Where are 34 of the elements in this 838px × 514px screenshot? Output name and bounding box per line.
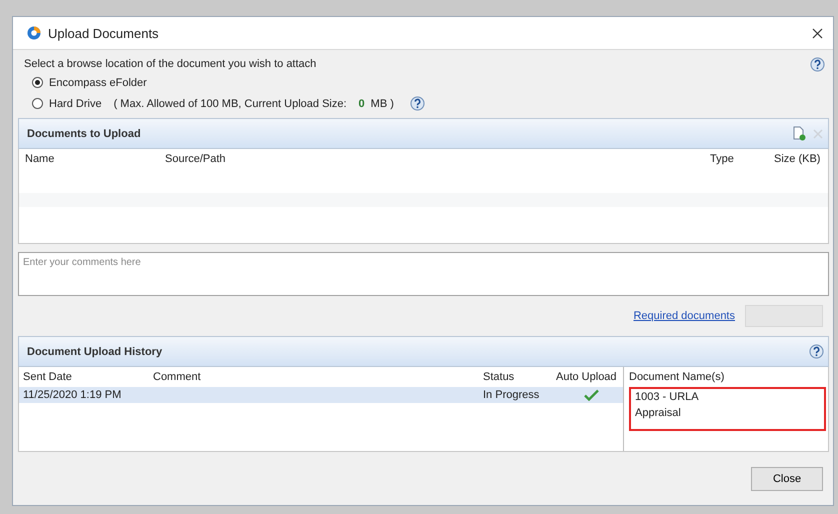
column-header[interactable]: Size (KB)	[774, 153, 822, 165]
radio-label[interactable]: Encompass eFolder	[49, 76, 147, 88]
table-cell-text: 11/25/2020 1:19 PM	[23, 389, 122, 401]
close-icon[interactable]	[812, 28, 823, 38]
size-unit-text: MB )	[370, 98, 394, 110]
column-header[interactable]: Auto Upload	[556, 371, 627, 383]
instruction-text: Select a browse location of the document you wish to attach	[24, 58, 316, 70]
radio-label[interactable]: Hard Drive	[49, 98, 102, 110]
comment-field[interactable]: Enter your comments here	[18, 252, 829, 296]
upload-size-value: 0	[358, 98, 365, 110]
section-title: Document Upload History	[27, 346, 162, 358]
help-icon[interactable]	[810, 56, 825, 72]
table-row[interactable]: 11/25/2020 1:19 PM In Progress	[19, 387, 623, 403]
column-header[interactable]: Document Name(s)	[629, 367, 828, 387]
column-header[interactable]: Sent Date	[23, 371, 153, 383]
app-logo-icon	[27, 26, 41, 40]
column-header[interactable]: Name	[25, 153, 165, 165]
add-document-icon[interactable]	[792, 126, 806, 141]
help-icon[interactable]	[809, 344, 824, 359]
help-icon[interactable]	[410, 96, 425, 111]
required-documents-link[interactable]: Required documents	[633, 310, 735, 322]
section-title: Documents to Upload	[27, 128, 141, 140]
window-title: Upload Documents	[48, 26, 160, 40]
column-header[interactable]: Type	[710, 153, 774, 165]
radio-button[interactable]	[32, 77, 43, 88]
close-button[interactable]: Close	[751, 466, 823, 490]
column-header[interactable]: Comment	[153, 371, 483, 383]
document-name: 1003 - URLA	[635, 391, 700, 403]
size-limit-text: ( Max. Allowed of 100 MB, Current Upload Size:	[114, 98, 347, 110]
document-name: Appraisal	[635, 407, 682, 419]
table-cell-text: In Progress	[483, 389, 540, 401]
column-header[interactable]: Status	[483, 371, 556, 383]
radio-button[interactable]	[32, 98, 43, 109]
column-header[interactable]: Source/Path	[165, 153, 710, 165]
